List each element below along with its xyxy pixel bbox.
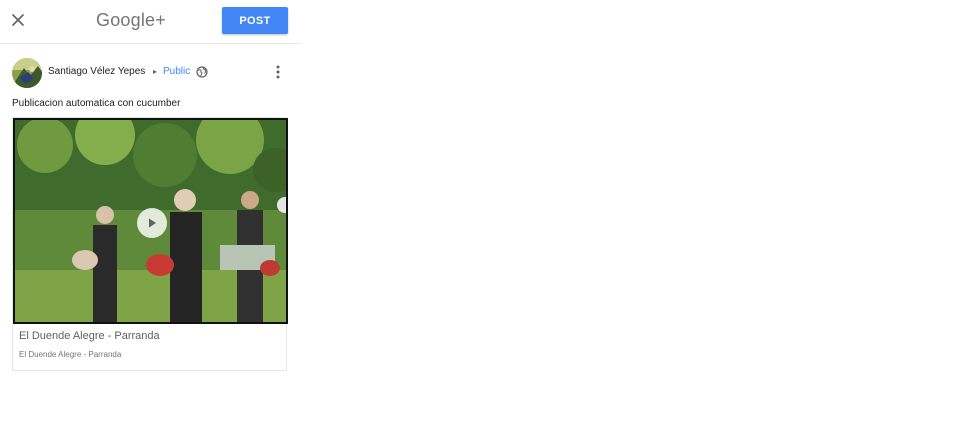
more-options-button[interactable] bbox=[270, 64, 286, 80]
link-title[interactable]: El Duende Alegre - Parranda bbox=[19, 330, 160, 342]
chevron-right-icon: ▸ bbox=[153, 67, 158, 76]
close-button[interactable] bbox=[8, 10, 28, 30]
post-text: Publicacion automatica con cucumber bbox=[12, 98, 181, 109]
link-preview-card[interactable]: El Duende Alegre - Parranda El Duende Al… bbox=[12, 117, 288, 371]
more-vert-icon bbox=[276, 65, 280, 79]
play-icon bbox=[149, 218, 156, 228]
dialog-header: Google+ POST bbox=[0, 0, 300, 44]
play-button[interactable] bbox=[137, 208, 167, 238]
author-row: Santiago Vélez Yepes ▸ Public bbox=[12, 58, 292, 88]
author-name[interactable]: Santiago Vélez Yepes bbox=[48, 66, 145, 77]
close-icon bbox=[12, 14, 24, 26]
share-dialog: Google+ POST Santiago Vélez Yepes ▸ Publ… bbox=[0, 0, 300, 428]
link-subtitle: El Duende Alegre - Parranda bbox=[19, 350, 122, 359]
audience-selector[interactable]: Public bbox=[163, 66, 190, 77]
globe-icon bbox=[196, 66, 208, 78]
post-button[interactable]: POST bbox=[222, 7, 288, 34]
video-thumbnail[interactable] bbox=[13, 118, 288, 324]
brand-logo: Google+ bbox=[96, 10, 166, 30]
avatar bbox=[12, 58, 42, 88]
